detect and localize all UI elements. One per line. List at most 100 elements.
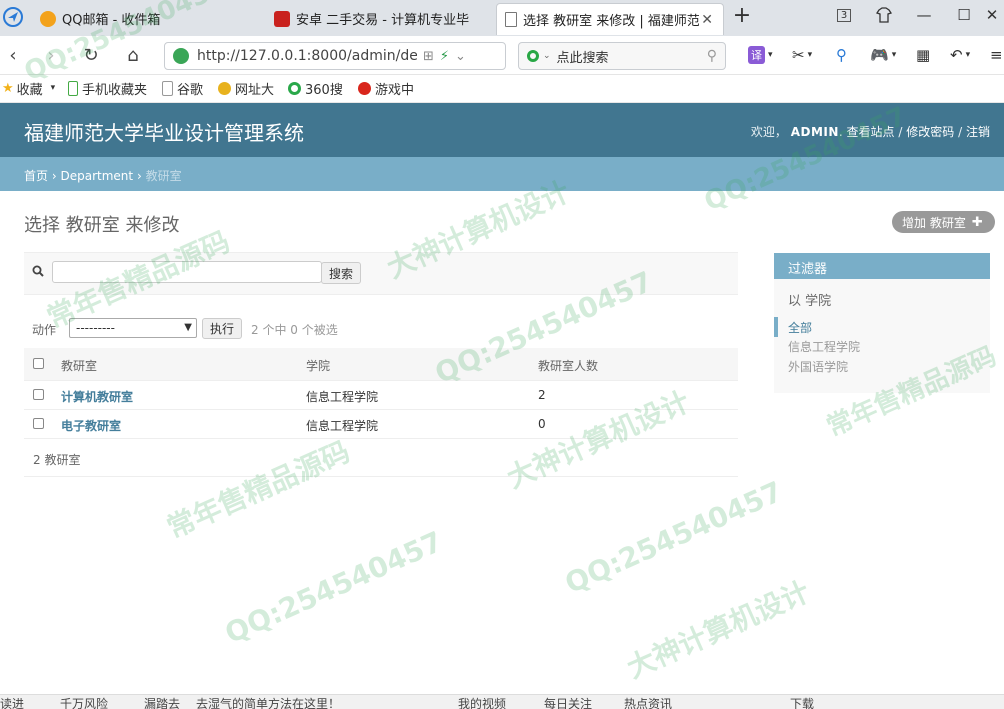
tab-admin-active[interactable]: 选择 教研室 来修改 | 福建师范 ✕ (496, 3, 724, 35)
row-checkbox[interactable] (33, 418, 44, 429)
filter-selected-marker (774, 317, 778, 337)
360-icon (288, 81, 301, 95)
add-department-button[interactable]: 增加 教研室 ✚ (892, 211, 995, 233)
bookmark-favorites[interactable]: ★ 收藏 ▾ (2, 79, 55, 98)
column-header-college[interactable]: 学院 (306, 357, 330, 374)
new-tab-button[interactable]: + (722, 0, 762, 30)
change-password-link[interactable]: 修改密码 (906, 125, 954, 139)
skin-icon[interactable] (864, 0, 904, 30)
status-item[interactable]: 去湿气的简单方法在这里！ (196, 695, 340, 709)
breadcrumb: 首页 › Department › 教研室 (0, 157, 1004, 191)
run-action-button[interactable]: 执行 (202, 318, 243, 339)
cell-count: 2 (538, 388, 546, 402)
secondhand-favicon-icon (274, 10, 290, 27)
site-title[interactable]: 福建师范大学毕业设计管理系统 (24, 117, 304, 146)
reload-icon[interactable]: ↻ (78, 42, 104, 68)
dropdown-chevron-icon[interactable]: ⌄ (455, 49, 466, 64)
home-icon[interactable]: ⌂ (120, 42, 146, 68)
address-bar[interactable]: http://127.0.0.1:8000/admin/dep ⊞ ⚡ ⌄ (164, 42, 506, 70)
close-window-icon[interactable]: ✕ (980, 0, 1004, 30)
action-select[interactable]: --------- ▼ (69, 318, 197, 338)
cell-college: 信息工程学院 (306, 390, 379, 404)
bookmark-360[interactable]: 360搜 (288, 79, 343, 98)
maximize-icon[interactable]: ☐ (944, 0, 984, 30)
tab-qqmail[interactable]: QQ邮箱 - 收件箱 (32, 3, 262, 34)
speed-mode-icon[interactable]: ⚡ (440, 49, 449, 64)
browser-logo-icon[interactable] (0, 4, 26, 30)
watermark-text: QQ:254540457 (560, 474, 788, 601)
tab-count-button[interactable]: 3 (824, 0, 864, 30)
status-item[interactable]: 读进 (0, 695, 24, 709)
cell-count: 0 (538, 417, 546, 431)
qqmail-favicon-icon (40, 10, 56, 27)
filter-option-all[interactable]: 全部 (788, 319, 812, 336)
paginator: 2 教研室 (24, 438, 738, 477)
cell-college: 信息工程学院 (306, 419, 379, 433)
bookmark-mobile[interactable]: 手机收藏夹 (68, 79, 147, 98)
filter-title: 过滤器 (774, 253, 990, 279)
admin-header: 福建师范大学毕业设计管理系统 欢迎， ADMIN. 查看站点 / 修改密码 / … (0, 103, 1004, 157)
table-row: 电子教研室 信息工程学院 0 (24, 409, 738, 439)
page-icon (162, 80, 173, 96)
select-all-checkbox[interactable] (33, 358, 44, 369)
changelist-filter: 过滤器 以 学院 全部 信息工程学院 外国语学院 (774, 253, 990, 393)
username: ADMIN (790, 125, 839, 139)
menu-icon[interactable]: ≡ (990, 44, 1003, 66)
logout-link[interactable]: 注销 (966, 125, 990, 139)
game-controller-icon[interactable]: 🎮 ▾ (870, 44, 896, 66)
apps-grid-icon[interactable]: ▦ (916, 44, 930, 66)
qr-icon[interactable]: ⊞ (423, 49, 434, 64)
bookmarks-bar: ★ 收藏 ▾ 手机收藏夹 谷歌 网址大 360搜 游戏中 (0, 75, 1004, 103)
row-link[interactable]: 电子教研室 (61, 417, 121, 434)
status-item[interactable]: 我的视频 (458, 695, 506, 709)
actions-label: 动作 (32, 323, 57, 337)
page-title: 选择 教研室 来修改 (24, 215, 180, 236)
column-header-lab[interactable]: 教研室 (61, 357, 97, 374)
forward-icon[interactable]: › (38, 42, 64, 68)
search-box[interactable]: ⌄ 点此搜索 ⚲ (518, 42, 726, 70)
row-link[interactable]: 计算机教研室 (61, 388, 133, 405)
url-text[interactable]: http://127.0.0.1:8000/admin/dep (197, 48, 417, 64)
status-item[interactable]: 每日关注 (544, 695, 592, 709)
engine-dropdown-icon[interactable]: ⌄ (543, 51, 551, 61)
browser-tab-bar: QQ邮箱 - 收件箱 安卓 二手交易 - 计算机专业毕 选择 教研室 来修改 |… (0, 0, 1004, 36)
back-icon[interactable]: ‹ (0, 42, 26, 68)
breadcrumb-home[interactable]: 首页 (24, 169, 48, 183)
search-toolbar: 搜索 (24, 252, 738, 295)
plus-icon: ✚ (971, 214, 983, 230)
watermark-text: 大神计算机设计 (622, 574, 815, 685)
tab-secondhand[interactable]: 安卓 二手交易 - 计算机专业毕 (266, 3, 494, 34)
magnifier-tool-icon[interactable]: ⚲ (836, 44, 847, 66)
search-icon (32, 265, 44, 277)
undo-icon[interactable]: ↶ ▾ (950, 44, 970, 66)
bookmark-hao[interactable]: 网址大 (218, 79, 274, 98)
screenshot-scissors-icon[interactable]: ✂ ▾ (792, 44, 812, 66)
status-item[interactable]: 千万风险 (60, 695, 108, 709)
row-checkbox[interactable] (33, 389, 44, 400)
status-item[interactable]: 热点资讯 (624, 695, 672, 709)
tab-close-icon[interactable]: ✕ (701, 12, 713, 28)
breadcrumb-app[interactable]: Department (60, 169, 133, 183)
actions-bar: 动作 --------- ▼ 执行 2 个中 0 个被选 (24, 316, 738, 342)
translate-icon[interactable]: 译 ▾ (748, 44, 773, 66)
status-item[interactable]: 下载 (790, 695, 814, 709)
column-header-count[interactable]: 教研室人数 (538, 357, 598, 374)
search-icon[interactable]: ⚲ (707, 48, 717, 64)
game-icon (358, 81, 371, 95)
select-arrow-icon: ▼ (184, 322, 192, 333)
phone-icon (68, 80, 78, 96)
page-favicon-icon (505, 12, 517, 27)
view-site-link[interactable]: 查看站点 (847, 125, 895, 139)
search-engine-icon (527, 50, 539, 62)
search-button[interactable]: 搜索 (321, 262, 362, 284)
result-count: 2 教研室 (33, 453, 81, 467)
changelist-search-input[interactable] (52, 261, 322, 283)
browser-status-bar: 读进 千万风险 漏踏去 去湿气的简单方法在这里！ 我的视频 每日关注 热点资讯 … (0, 694, 1004, 709)
filter-option-info-eng[interactable]: 信息工程学院 (788, 338, 860, 355)
status-item[interactable]: 漏踏去 (144, 695, 180, 709)
bookmark-google[interactable]: 谷歌 (162, 79, 203, 98)
bookmark-games[interactable]: 游戏中 (358, 79, 414, 98)
star-icon: ★ (2, 80, 14, 96)
minimize-icon[interactable]: — (904, 0, 944, 30)
filter-option-foreign-lang[interactable]: 外国语学院 (788, 358, 848, 375)
